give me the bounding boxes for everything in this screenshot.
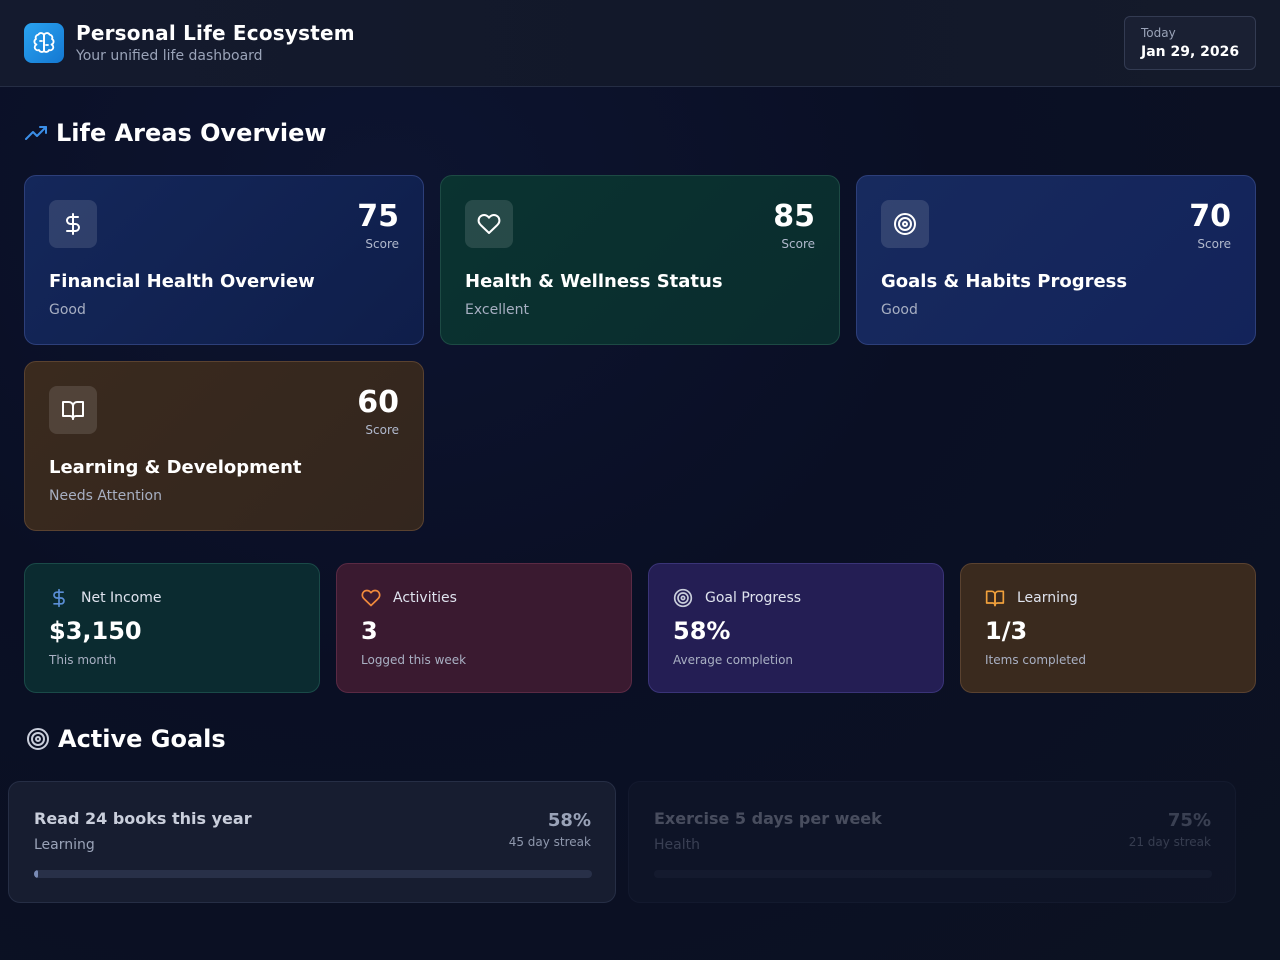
area-score-label: Score [365,237,399,251]
stat-value: 1/3 [985,617,1028,645]
health-wellness-card[interactable]: 85 Score Health & Wellness Status Excell… [440,175,840,345]
goal-percent: 58% [547,810,591,831]
area-score: 75 [357,199,399,234]
area-title: Health & Wellness Status [465,271,723,292]
dollar-icon [53,588,65,608]
stat-value: $3,150 [49,617,142,645]
target-icon [881,200,929,248]
area-title: Financial Health Overview [49,271,315,292]
financial-health-card[interactable]: 75 Score Financial Health Overview Good [24,175,424,345]
goal-category: Health [654,837,700,853]
goal-card[interactable]: Read 24 books this year Learning 58% 45 … [8,781,616,903]
date-value: Jan 29, 2026 [1141,44,1240,60]
area-score-label: Score [1197,237,1231,251]
today-date-box: Today Jan 29, 2026 [1124,16,1256,70]
goal-progress-track [654,870,1212,878]
area-title: Goals & Habits Progress [881,271,1128,292]
app-subtitle: Your unified life dashboard [76,48,263,64]
learning-development-card[interactable]: 60 Score Learning & Development Needs At… [24,361,424,531]
area-score-label: Score [365,423,399,437]
stat-head: Activities [361,588,457,608]
heart-icon [361,589,381,607]
goal-title: Exercise 5 days per week [654,809,882,828]
stat-label: Activities [393,590,457,606]
target-icon [27,728,49,750]
goal-card[interactable]: Exercise 5 days per week Health 75% 21 d… [628,781,1236,903]
stat-label: Net Income [81,590,162,606]
area-score: 70 [1189,199,1231,234]
area-status: Excellent [465,302,529,318]
area-status: Good [49,302,86,318]
goals-habits-card[interactable]: 70 Score Goals & Habits Progress Good [856,175,1256,345]
active-goals-heading: Active Goals [26,725,226,753]
section-title: Active Goals [58,725,226,753]
book-icon [49,386,97,434]
goal-progress-stat[interactable]: Goal Progress 58% Average completion [648,563,944,693]
life-areas-heading: Life Areas Overview [24,119,327,147]
area-status: Good [881,302,918,318]
stat-sub: Items completed [985,653,1087,667]
goal-title: Read 24 books this year [34,809,252,828]
app-title: Personal Life Ecosystem [76,21,355,45]
stat-sub: This month [49,653,117,667]
area-score: 60 [357,385,399,420]
dollar-icon [49,200,97,248]
goal-progress-fill [34,870,39,878]
stat-value: 3 [361,617,378,645]
activities-stat[interactable]: Activities 3 Logged this week [336,563,632,693]
stat-label: Goal Progress [705,590,802,606]
goal-streak: 45 day streak [508,835,591,849]
goal-streak: 21 day streak [1128,835,1211,849]
target-icon [673,588,693,608]
stat-value: 58% [673,617,731,645]
section-title: Life Areas Overview [56,119,327,147]
goal-percent: 75% [1167,810,1211,831]
area-status: Needs Attention [49,488,162,504]
goal-category: Learning [34,837,95,853]
stat-sub: Average completion [673,653,794,667]
brain-icon[interactable] [24,23,64,63]
trending-up-icon [25,126,47,140]
area-score: 85 [773,199,815,234]
book-icon [985,590,1005,607]
area-score-label: Score [781,237,815,251]
area-title: Learning & Development [49,457,302,478]
date-label: Today [1141,26,1176,40]
stat-sub: Logged this week [361,653,467,667]
learning-stat[interactable]: Learning 1/3 Items completed [960,563,1256,693]
stat-head: Learning [985,588,1078,608]
stat-head: Goal Progress [673,588,801,608]
heart-icon [465,200,513,248]
goal-progress-track [34,870,592,878]
stat-label: Learning [1017,590,1078,606]
stat-head: Net Income [49,588,162,608]
app-header: Personal Life Ecosystem Your unified lif… [0,0,1280,87]
net-income-stat[interactable]: Net Income $3,150 This month [24,563,320,693]
